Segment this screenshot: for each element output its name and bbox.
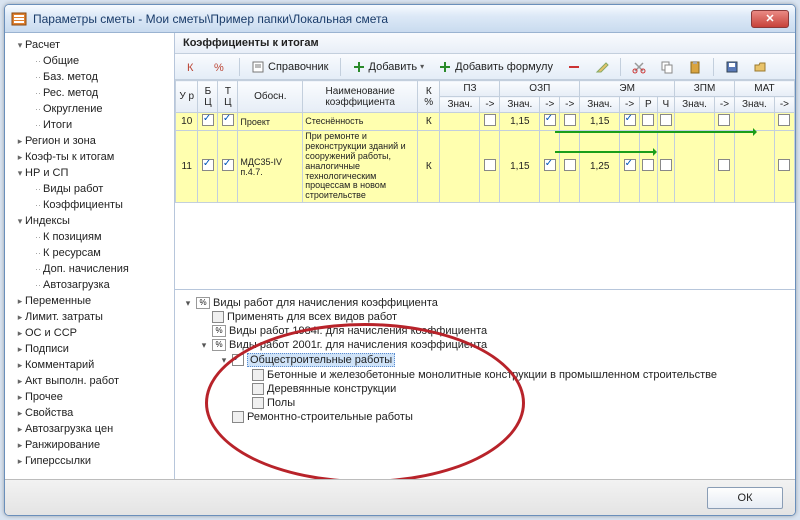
paste-button[interactable] — [683, 57, 707, 77]
nav-item-5[interactable]: ··Итоги — [5, 117, 174, 133]
svg-text:К: К — [187, 62, 194, 74]
tree-node-8[interactable]: Ремонтно-строительные работы — [179, 410, 791, 424]
nav-item-16[interactable]: ▸Переменные — [5, 293, 174, 309]
footer: ОК — [5, 479, 795, 515]
reference-button[interactable]: Справочник — [246, 57, 334, 77]
add-formula-button[interactable]: Добавить формулу — [433, 57, 558, 77]
app-icon — [11, 11, 27, 27]
nav-item-12[interactable]: ··К позициям — [5, 229, 174, 245]
nav-item-6[interactable]: ▸Регион и зона — [5, 133, 174, 149]
tree-node-1[interactable]: Применять для всех видов работ — [179, 310, 791, 324]
nav-item-2[interactable]: ··Баз. метод — [5, 69, 174, 85]
tree-node-5[interactable]: Бетонные и железобетонные монолитные кон… — [179, 368, 791, 382]
edit-button[interactable] — [590, 57, 614, 77]
titlebar: Параметры сметы - Мои сметы\Пример папки… — [5, 5, 795, 33]
nav-item-11[interactable]: ▾Индексы — [5, 213, 174, 229]
nav-item-13[interactable]: ··К ресурсам — [5, 245, 174, 261]
open-button[interactable] — [748, 57, 772, 77]
nav-item-8[interactable]: ▾НР и СП — [5, 165, 174, 181]
ok-button[interactable]: ОК — [707, 487, 783, 509]
nav-item-21[interactable]: ▸Акт выполн. работ — [5, 373, 174, 389]
tree-node-6[interactable]: Деревянные конструкции — [179, 382, 791, 396]
nav-item-3[interactable]: ··Рес. метод — [5, 85, 174, 101]
delete-button[interactable] — [562, 57, 586, 77]
nav-item-10[interactable]: ··Коэффициенты — [5, 197, 174, 213]
window-title: Параметры сметы - Мои сметы\Пример папки… — [33, 12, 751, 26]
copy-button[interactable] — [655, 57, 679, 77]
section-title: Коэффициенты к итогам — [175, 33, 795, 54]
percent-button[interactable]: % — [209, 57, 233, 77]
toolbar: К % Справочник Добавить▾ Добавить формул… — [175, 54, 795, 80]
close-button[interactable]: ✕ — [751, 10, 789, 28]
nav-item-7[interactable]: ▸Коэф-ты к итогам — [5, 149, 174, 165]
nav-item-22[interactable]: ▸Прочее — [5, 389, 174, 405]
save-button[interactable] — [720, 57, 744, 77]
main-panel: Коэффициенты к итогам К % Справочник Доб… — [175, 33, 795, 479]
nav-item-14[interactable]: ··Доп. начисления — [5, 261, 174, 277]
nav-item-4[interactable]: ··Округление — [5, 101, 174, 117]
nav-item-1[interactable]: ··Общие — [5, 53, 174, 69]
nav-item-20[interactable]: ▸Комментарий — [5, 357, 174, 373]
nav-item-15[interactable]: ··Автозагрузка — [5, 277, 174, 293]
tree-node-7[interactable]: Полы — [179, 396, 791, 410]
cut-button[interactable] — [627, 57, 651, 77]
sidebar[interactable]: ▾Расчет··Общие··Баз. метод··Рес. метод··… — [5, 33, 175, 479]
grid[interactable]: У рБ ЦТ ЦОбосн.Наименование коэффициента… — [175, 80, 795, 290]
nav-item-0[interactable]: ▾Расчет — [5, 37, 174, 53]
tree-node-3[interactable]: ▾%Виды работ 2001г. для начисления коэфф… — [179, 338, 791, 352]
tree-panel[interactable]: ▾%Виды работ для начисления коэффициента… — [175, 290, 795, 479]
nav-item-18[interactable]: ▸ОС и ССР — [5, 325, 174, 341]
k-button[interactable]: К — [181, 57, 205, 77]
nav-item-25[interactable]: ▸Ранжирование — [5, 437, 174, 453]
nav-item-9[interactable]: ··Виды работ — [5, 181, 174, 197]
nav-item-24[interactable]: ▸Автозагрузка цен — [5, 421, 174, 437]
tree-node-2[interactable]: %Виды работ 1984г. для начисления коэффи… — [179, 324, 791, 338]
add-button[interactable]: Добавить▾ — [347, 57, 430, 77]
tree-node-0[interactable]: ▾%Виды работ для начисления коэффициента — [179, 296, 791, 310]
nav-item-23[interactable]: ▸Свойства — [5, 405, 174, 421]
nav-item-17[interactable]: ▸Лимит. затраты — [5, 309, 174, 325]
tree-node-4[interactable]: ▾Общестроительные работы — [179, 352, 791, 368]
nav-item-19[interactable]: ▸Подписи — [5, 341, 174, 357]
content: ▾Расчет··Общие··Баз. метод··Рес. метод··… — [5, 33, 795, 479]
window: Параметры сметы - Мои сметы\Пример папки… — [4, 4, 796, 516]
svg-text:%: % — [214, 62, 224, 74]
nav-item-26[interactable]: ▸Гиперссылки — [5, 453, 174, 469]
